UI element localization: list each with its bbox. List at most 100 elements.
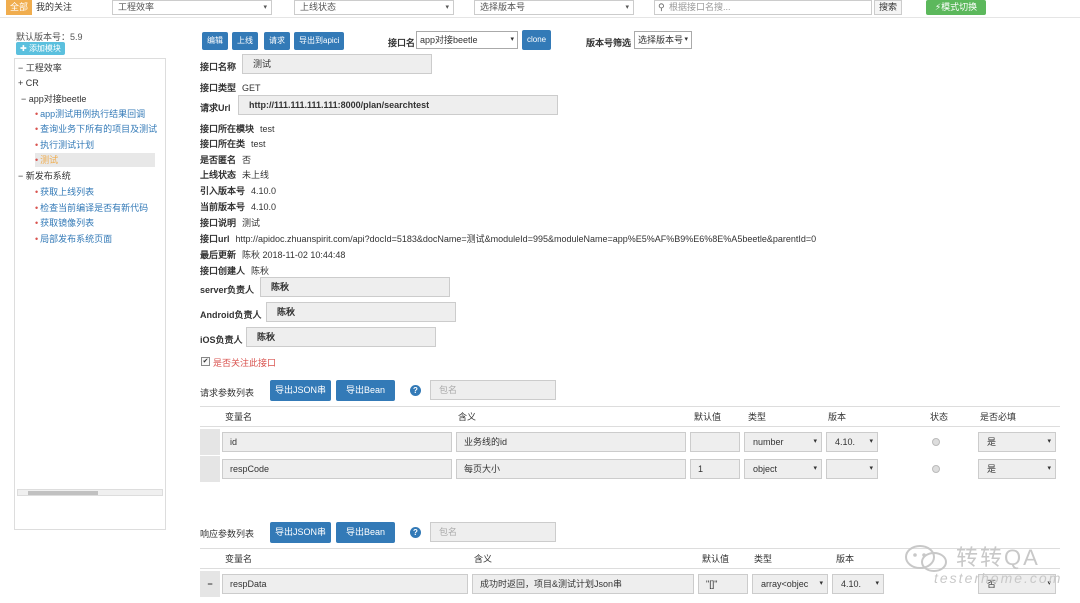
ios-owner-row: iOS负责人: [200, 333, 249, 346]
status-icon[interactable]: [932, 465, 940, 473]
tree-leaf-item-selected[interactable]: • 测试: [35, 153, 155, 167]
param-type-select[interactable]: object ▾: [744, 459, 822, 479]
param-version-select[interactable]: 4.10. ▾: [826, 432, 878, 452]
online-status-select[interactable]: 上线状态 ▾: [294, 0, 454, 15]
tree-leaf-item[interactable]: • 局部发布系统页面: [35, 232, 112, 246]
request-params-title: 请求参数列表: [200, 388, 255, 398]
ios-owner-label: iOS负责人: [200, 335, 243, 345]
project-select[interactable]: 工程效率 ▾: [112, 0, 272, 15]
param-version-select[interactable]: ▾: [826, 459, 878, 479]
tree-leaf-item[interactable]: • 执行测试计划: [35, 138, 94, 152]
api-name-label: 接口名: [388, 38, 416, 48]
class-row: 接口所在类 test: [200, 137, 266, 150]
param-name-input[interactable]: respCode: [222, 459, 452, 479]
param-name-input[interactable]: respData: [222, 574, 468, 594]
column-header: 变量名: [225, 412, 253, 422]
column-header: 变量名: [225, 554, 253, 564]
version-filter-select-value: 选择版本号: [638, 35, 684, 45]
request-export-json-button[interactable]: 导出JSON串: [270, 380, 332, 401]
version-select[interactable]: 选择版本号 ▾: [474, 0, 634, 15]
param-required-select[interactable]: 是 ▾: [978, 459, 1056, 479]
export-apici-button[interactable]: 导出到apici: [294, 32, 345, 50]
row-handle[interactable]: [200, 429, 220, 455]
request-package-input[interactable]: 包名: [430, 380, 556, 400]
bullet-icon: •: [35, 109, 39, 119]
online-button[interactable]: 上线: [232, 32, 258, 50]
param-meaning-input[interactable]: 业务线的id: [456, 432, 686, 452]
tab-all[interactable]: 全部: [6, 0, 33, 15]
creator-row: 接口创建人 陈秋: [200, 264, 269, 277]
tree-leaf-label: 测试: [40, 155, 59, 165]
follow-checkbox-label[interactable]: 是否关注此接口: [213, 356, 276, 369]
param-meaning-input[interactable]: 成功时返回，项目&测试计划Json串: [472, 574, 694, 594]
follow-checkbox[interactable]: ✔: [201, 357, 210, 366]
param-default-input[interactable]: [690, 432, 740, 452]
edit-button[interactable]: 编辑: [202, 32, 228, 50]
tree-leaf-item[interactable]: • 获取上线列表: [35, 185, 94, 199]
anonymous-row: 是否匿名否: [200, 153, 251, 166]
tree-group-label: app对接beetle: [28, 94, 87, 104]
response-export-bean-button[interactable]: 导出Bean: [336, 522, 396, 543]
tree-group-label: 工程效率: [25, 63, 62, 73]
collapse-icon[interactable]: −: [21, 94, 26, 104]
request-export-bean-button[interactable]: 导出Bean: [336, 380, 396, 401]
collapse-row-icon[interactable]: −: [200, 571, 220, 597]
online-status-value: 未上线: [242, 170, 270, 180]
help-icon[interactable]: ?: [410, 527, 421, 538]
request-button[interactable]: 请求: [264, 32, 290, 50]
status-icon[interactable]: [932, 438, 940, 446]
tree-group-cr[interactable]: + CR: [18, 76, 39, 90]
help-icon[interactable]: ?: [410, 385, 421, 396]
column-header: 是否必填: [980, 412, 1017, 422]
api-url-link[interactable]: http://apidoc.zhuanspirit.com/api?docId=…: [236, 234, 817, 244]
tree-leaf-item[interactable]: • 获取镜像列表: [35, 216, 94, 230]
tree-leaf-label: 执行测试计划: [40, 140, 95, 150]
add-module-label: 添加模块: [28, 44, 61, 53]
param-type-select[interactable]: array<objec ▾: [752, 574, 828, 594]
param-name-input[interactable]: id: [222, 432, 452, 452]
api-type-row: 接口类型 GET: [200, 81, 261, 94]
row-handle[interactable]: [200, 456, 220, 482]
clone-button[interactable]: clone: [522, 30, 552, 50]
api-name-select[interactable]: app对接beetle ▾: [416, 31, 518, 49]
collapse-icon[interactable]: −: [18, 171, 23, 181]
request-params-table: 变量名 含义 默认值 类型 版本 状态 是否必填 id 业务线的id numbe…: [200, 406, 1060, 486]
version-filter-select[interactable]: 选择版本号 ▾: [634, 31, 692, 49]
class-label: 接口所在类: [200, 139, 246, 149]
param-required-select[interactable]: 是 ▾: [978, 432, 1056, 452]
param-meaning-input[interactable]: 每页大小: [456, 459, 686, 479]
tree-horizontal-scrollbar[interactable]: [17, 489, 163, 496]
collapse-icon[interactable]: −: [18, 63, 23, 73]
param-default-input[interactable]: "[]": [698, 574, 748, 594]
chevron-down-icon: ▾: [875, 580, 879, 587]
mode-switch-button[interactable]: ⚡模式切换: [926, 0, 986, 15]
tree-group-app-beetle[interactable]: − app对接beetle: [21, 92, 86, 106]
expand-icon[interactable]: +: [18, 78, 23, 88]
bullet-icon: •: [35, 218, 39, 228]
module-row: 接口所在模块 test: [200, 122, 275, 135]
search-button[interactable]: 搜索: [874, 0, 902, 15]
param-default-input[interactable]: 1: [690, 459, 740, 479]
search-input[interactable]: ⚲ 根据接口名搜...: [654, 0, 872, 15]
tab-my-follow[interactable]: 我的关注: [36, 0, 72, 15]
description-value: 测试: [242, 218, 261, 228]
tree-group-new-release[interactable]: − 新发布系统: [18, 169, 71, 183]
param-version-select[interactable]: 4.10. ▾: [832, 574, 884, 594]
api-type-value: GET: [242, 83, 261, 93]
bullet-icon: •: [35, 140, 39, 150]
api-name-row: 接口名称: [200, 60, 242, 73]
add-module-button[interactable]: ✚ 添加模块: [16, 42, 65, 55]
tree-group-project-efficiency[interactable]: − 工程效率: [18, 61, 62, 75]
tree-leaf-item[interactable]: • 查询业务下所有的项目及测试: [35, 122, 157, 136]
chevron-down-icon: ▾: [819, 580, 823, 587]
column-header: 类型: [748, 412, 767, 422]
response-export-json-button[interactable]: 导出JSON串: [270, 522, 332, 543]
tree-leaf-label: 获取上线列表: [40, 187, 95, 197]
creator-value: 陈秋: [251, 266, 270, 276]
chevron-down-icon: ▾: [510, 36, 514, 43]
tree-leaf-item[interactable]: • app测试用例执行结果回调: [35, 107, 145, 121]
tree-leaf-item[interactable]: • 检查当前编译是否有新代码: [35, 201, 148, 215]
param-type-select[interactable]: number ▾: [744, 432, 822, 452]
response-package-input[interactable]: 包名: [430, 522, 556, 542]
scrollbar-thumb[interactable]: [28, 491, 98, 495]
